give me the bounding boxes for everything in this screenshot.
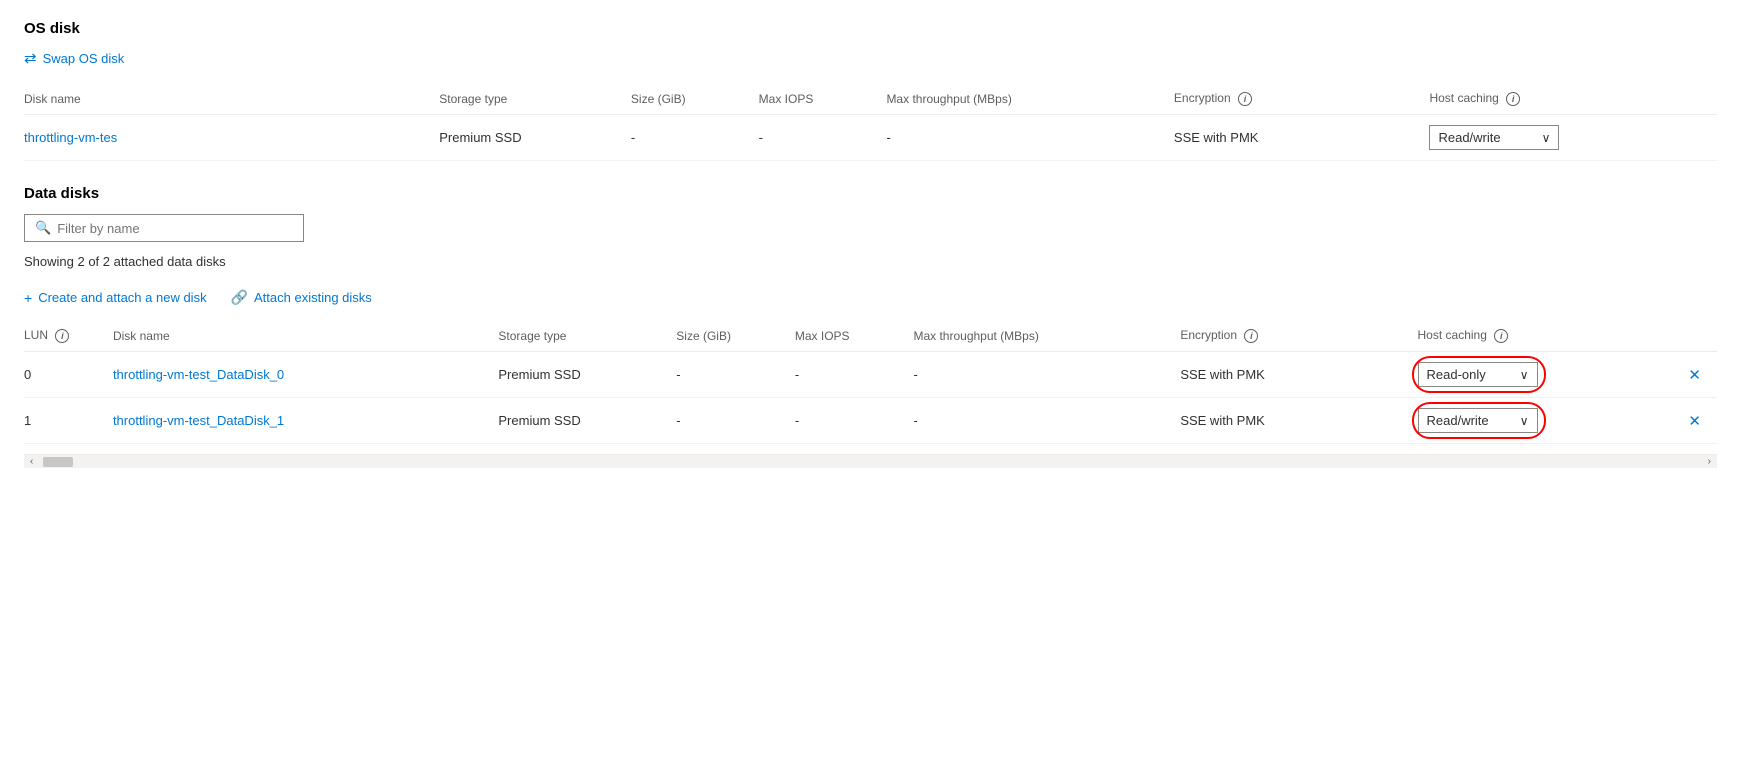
delete-cell: ✕ bbox=[1684, 398, 1717, 444]
data-disks-header-row: LUN i Disk name Storage type Size (GiB) bbox=[24, 320, 1717, 352]
os-col-maxthroughput: Max throughput (MBps) bbox=[886, 83, 1173, 115]
os-col-encryption: Encryption i bbox=[1174, 83, 1430, 115]
diskname-cell: throttling-vm-test_DataDisk_0 bbox=[113, 352, 498, 398]
data-hostcaching-chevron-0: ∨ bbox=[1520, 368, 1529, 382]
data-hostcaching-info-icon[interactable]: i bbox=[1494, 329, 1508, 343]
size-cell: - bbox=[676, 352, 795, 398]
create-attach-btn[interactable]: + Create and attach a new disk bbox=[24, 290, 207, 306]
filter-input[interactable] bbox=[57, 221, 293, 236]
size-cell: - bbox=[676, 398, 795, 444]
scroll-left-arrow[interactable]: ‹ bbox=[24, 456, 39, 467]
attach-existing-btn[interactable]: 🔗 Attach existing disks bbox=[231, 289, 372, 306]
data-hostcaching-select-1[interactable]: Read/write ∨ bbox=[1418, 408, 1538, 433]
create-attach-label: Create and attach a new disk bbox=[38, 290, 206, 305]
storagetype-cell: Premium SSD bbox=[498, 352, 676, 398]
lun-cell: 1 bbox=[24, 398, 113, 444]
encryption-cell: SSE with PMK bbox=[1180, 352, 1417, 398]
data-col-hostcaching: Host caching i bbox=[1418, 320, 1685, 352]
os-col-storagetype: Storage type bbox=[439, 83, 631, 115]
os-disk-title: OS disk bbox=[24, 20, 1717, 37]
os-col-diskname: Disk name bbox=[24, 83, 439, 115]
filter-input-wrap[interactable]: 🔍 bbox=[24, 214, 304, 242]
os-storage-type-cell: Premium SSD bbox=[439, 115, 631, 161]
scrollbar-thumb[interactable] bbox=[43, 457, 73, 467]
delete-disk-btn-1[interactable]: ✕ bbox=[1684, 412, 1705, 430]
os-col-hostcaching: Host caching i bbox=[1429, 83, 1717, 115]
os-disk-name-cell: throttling-vm-tes bbox=[24, 115, 439, 161]
data-col-size: Size (GiB) bbox=[676, 320, 795, 352]
os-hostcaching-value: Read/write bbox=[1438, 130, 1500, 145]
delete-disk-btn-0[interactable]: ✕ bbox=[1684, 366, 1705, 384]
lun-cell: 0 bbox=[24, 352, 113, 398]
maxiops-cell: - bbox=[795, 352, 914, 398]
showing-text: Showing 2 of 2 attached data disks bbox=[24, 254, 1717, 269]
data-encryption-info-icon[interactable]: i bbox=[1244, 329, 1258, 343]
os-col-size: Size (GiB) bbox=[631, 83, 759, 115]
data-col-delete bbox=[1684, 320, 1717, 352]
data-col-maxthroughput: Max throughput (MBps) bbox=[913, 320, 1180, 352]
data-hostcaching-value-0: Read-only bbox=[1427, 367, 1486, 382]
main-container: OS disk ⇄ Swap OS disk Disk name Storage… bbox=[0, 0, 1741, 488]
attach-existing-label: Attach existing disks bbox=[254, 290, 372, 305]
data-disk-row: 0 throttling-vm-test_DataDisk_0 Premium … bbox=[24, 352, 1717, 398]
hostcaching-cell: Read/write ∨ bbox=[1418, 398, 1685, 444]
os-hostcaching-chevron: ∨ bbox=[1542, 131, 1551, 145]
data-hostcaching-chevron-1: ∨ bbox=[1520, 414, 1529, 428]
action-bar: + Create and attach a new disk 🔗 Attach … bbox=[24, 289, 1717, 306]
data-hostcaching-select-0[interactable]: Read-only ∨ bbox=[1418, 362, 1538, 387]
os-disk-row: throttling-vm-tes Premium SSD - - - SSE … bbox=[24, 115, 1717, 161]
search-icon: 🔍 bbox=[35, 220, 51, 236]
data-table-wrap: LUN i Disk name Storage type Size (GiB) bbox=[24, 320, 1717, 444]
plus-icon: + bbox=[24, 290, 32, 306]
encryption-info-icon[interactable]: i bbox=[1238, 92, 1252, 106]
diskname-cell: throttling-vm-test_DataDisk_1 bbox=[113, 398, 498, 444]
scroll-right-arrow[interactable]: › bbox=[1702, 456, 1717, 467]
swap-icon: ⇄ bbox=[24, 49, 37, 67]
hostcaching-info-icon[interactable]: i bbox=[1506, 92, 1520, 106]
swap-os-disk-link[interactable]: ⇄ Swap OS disk bbox=[24, 49, 1717, 67]
data-col-lun: LUN i bbox=[24, 320, 113, 352]
data-disk-link-0[interactable]: throttling-vm-test_DataDisk_0 bbox=[113, 367, 284, 382]
storagetype-cell: Premium SSD bbox=[498, 398, 676, 444]
os-hostcaching-cell: Read/write ∨ bbox=[1429, 115, 1717, 161]
data-hostcaching-value-1: Read/write bbox=[1427, 413, 1489, 428]
delete-cell: ✕ bbox=[1684, 352, 1717, 398]
os-disk-table: Disk name Storage type Size (GiB) Max IO… bbox=[24, 83, 1717, 161]
data-col-encryption: Encryption i bbox=[1180, 320, 1417, 352]
data-disks-section: Data disks 🔍 Showing 2 of 2 attached dat… bbox=[24, 185, 1717, 444]
swap-link-label: Swap OS disk bbox=[43, 51, 125, 66]
maxiops-cell: - bbox=[795, 398, 914, 444]
os-size-cell: - bbox=[631, 115, 759, 161]
os-disk-name-link[interactable]: throttling-vm-tes bbox=[24, 130, 117, 145]
maxthroughput-cell: - bbox=[913, 398, 1180, 444]
attach-icon: 🔗 bbox=[231, 289, 248, 306]
os-maxthroughput-cell: - bbox=[886, 115, 1173, 161]
os-disk-header-row: Disk name Storage type Size (GiB) Max IO… bbox=[24, 83, 1717, 115]
lun-info-icon[interactable]: i bbox=[55, 329, 69, 343]
os-maxiops-cell: - bbox=[759, 115, 887, 161]
data-col-diskname: Disk name bbox=[113, 320, 498, 352]
data-disk-link-1[interactable]: throttling-vm-test_DataDisk_1 bbox=[113, 413, 284, 428]
os-hostcaching-select[interactable]: Read/write ∨ bbox=[1429, 125, 1559, 150]
maxthroughput-cell: - bbox=[913, 352, 1180, 398]
horizontal-scrollbar[interactable]: ‹ › bbox=[24, 454, 1717, 468]
data-disks-title: Data disks bbox=[24, 185, 1717, 202]
data-col-storagetype: Storage type bbox=[498, 320, 676, 352]
data-disk-row: 1 throttling-vm-test_DataDisk_1 Premium … bbox=[24, 398, 1717, 444]
os-encryption-cell: SSE with PMK bbox=[1174, 115, 1430, 161]
os-col-maxiops: Max IOPS bbox=[759, 83, 887, 115]
hostcaching-cell: Read-only ∨ bbox=[1418, 352, 1685, 398]
data-disks-table: LUN i Disk name Storage type Size (GiB) bbox=[24, 320, 1717, 444]
encryption-cell: SSE with PMK bbox=[1180, 398, 1417, 444]
data-col-maxiops: Max IOPS bbox=[795, 320, 914, 352]
